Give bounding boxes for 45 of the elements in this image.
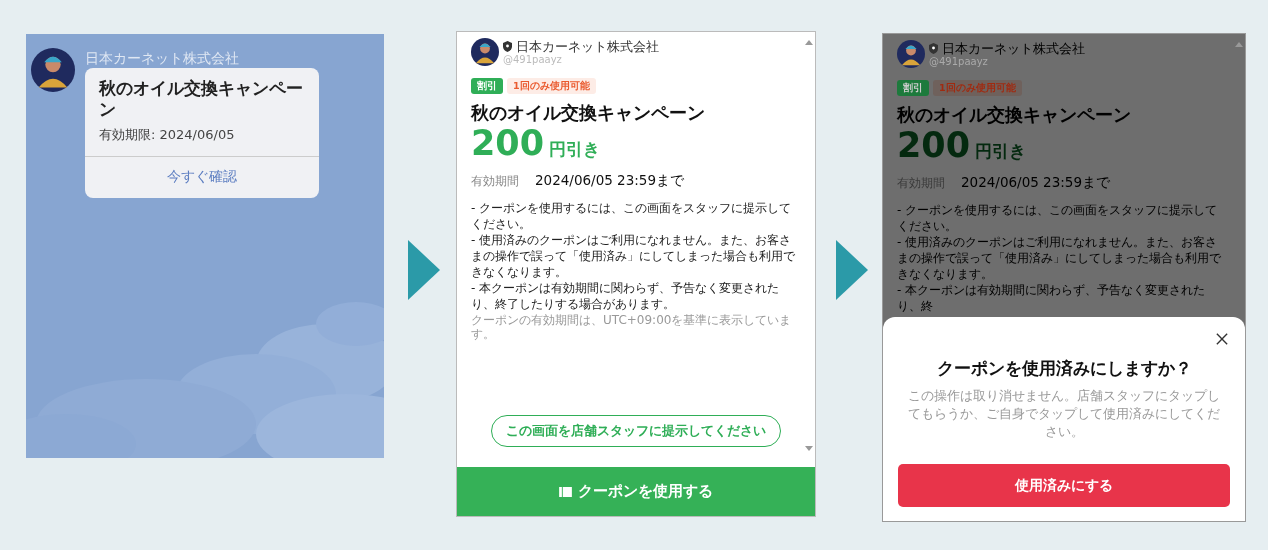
- discount-unit: 円引き: [975, 140, 1027, 163]
- period-value: 2024/06/05 23:59まで: [961, 174, 1110, 192]
- arrow-icon: [836, 240, 868, 300]
- discount-amount: 200: [471, 124, 545, 162]
- dialog-message: この操作は取り消せません。店舗スタッフにタップしてもらうか、ご自身でタップして使用済みにしてください。: [907, 387, 1221, 441]
- note-text: - 使用済みのクーポンはご利用になれません。また、お客さまの操作で誤って「使用済み」にしてしまった場合も利用できなくなります。: [471, 232, 796, 280]
- period-label: 有効期間: [471, 174, 519, 189]
- coupon-title: 秋のオイル交換キャンペーン: [897, 104, 1132, 126]
- note-text: - クーポンを使用するには、この画面をスタッフに提示してください。: [471, 200, 793, 232]
- mark-used-button[interactable]: 使用済みにする: [898, 464, 1230, 507]
- discount-unit: 円引き: [549, 138, 601, 161]
- use-coupon-button[interactable]: クーポンを使用する: [457, 467, 815, 516]
- sender-name: 日本カーネット株式会社: [85, 49, 240, 67]
- shield-icon: [929, 42, 938, 54]
- arrow-icon: [408, 240, 440, 300]
- avatar-icon: [897, 40, 925, 68]
- dialog-title: クーポンを使用済みにしますか？: [936, 357, 1192, 380]
- avatar-icon: [31, 48, 75, 92]
- scroll-down-icon: [805, 446, 813, 451]
- shield-icon: [503, 40, 512, 52]
- hint-bubble: この画面を店舗スタッフに提示してください: [491, 415, 781, 447]
- scroll-up-icon: [805, 40, 813, 45]
- scroll-up-icon: [1235, 42, 1243, 47]
- note-text: - 本クーポンは有効期間に関わらず、予告なく変更されたり、終: [897, 282, 1207, 314]
- coupon-tag: 1回のみ使用可能: [507, 78, 596, 94]
- coupon-title: 秋のオイル交換キャンペーン: [471, 102, 706, 124]
- account-name: 日本カーネット株式会社: [942, 40, 1085, 56]
- account-name: 日本カーネット株式会社: [516, 38, 659, 54]
- discount-amount: 200: [897, 126, 971, 164]
- coupon-tag: 割引: [897, 80, 929, 96]
- ticket-icon: [559, 486, 572, 497]
- coupon-tag: 1回のみ使用可能: [933, 80, 1022, 96]
- note-text: - 使用済みのクーポンはご利用になれません。また、お客さまの操作で誤って「使用済み」にしてしまった場合も利用できなくなります。: [897, 234, 1222, 282]
- period-value: 2024/06/05 23:59まで: [535, 172, 684, 190]
- close-icon[interactable]: [1216, 333, 1228, 345]
- account-handle: @491paayz: [929, 55, 989, 68]
- footnote-text: クーポンの有効期間は、UTC+09:00を基準に表示しています。: [471, 313, 793, 341]
- card-title: 秋のオイル交換キャンペーン: [97, 77, 304, 120]
- expiry-text: 有効期限: 2024/06/05: [98, 126, 236, 144]
- note-text: - 本クーポンは有効期間に関わらず、予告なく変更されたり、終了したりする場合があります。: [471, 280, 781, 312]
- note-text: - クーポンを使用するには、この画面をスタッフに提示してください。: [897, 202, 1219, 234]
- avatar-icon: [471, 38, 499, 66]
- account-handle: @491paayz: [503, 53, 563, 66]
- confirm-link[interactable]: 今すぐ確認: [85, 156, 319, 198]
- coupon-tag: 割引: [471, 78, 503, 94]
